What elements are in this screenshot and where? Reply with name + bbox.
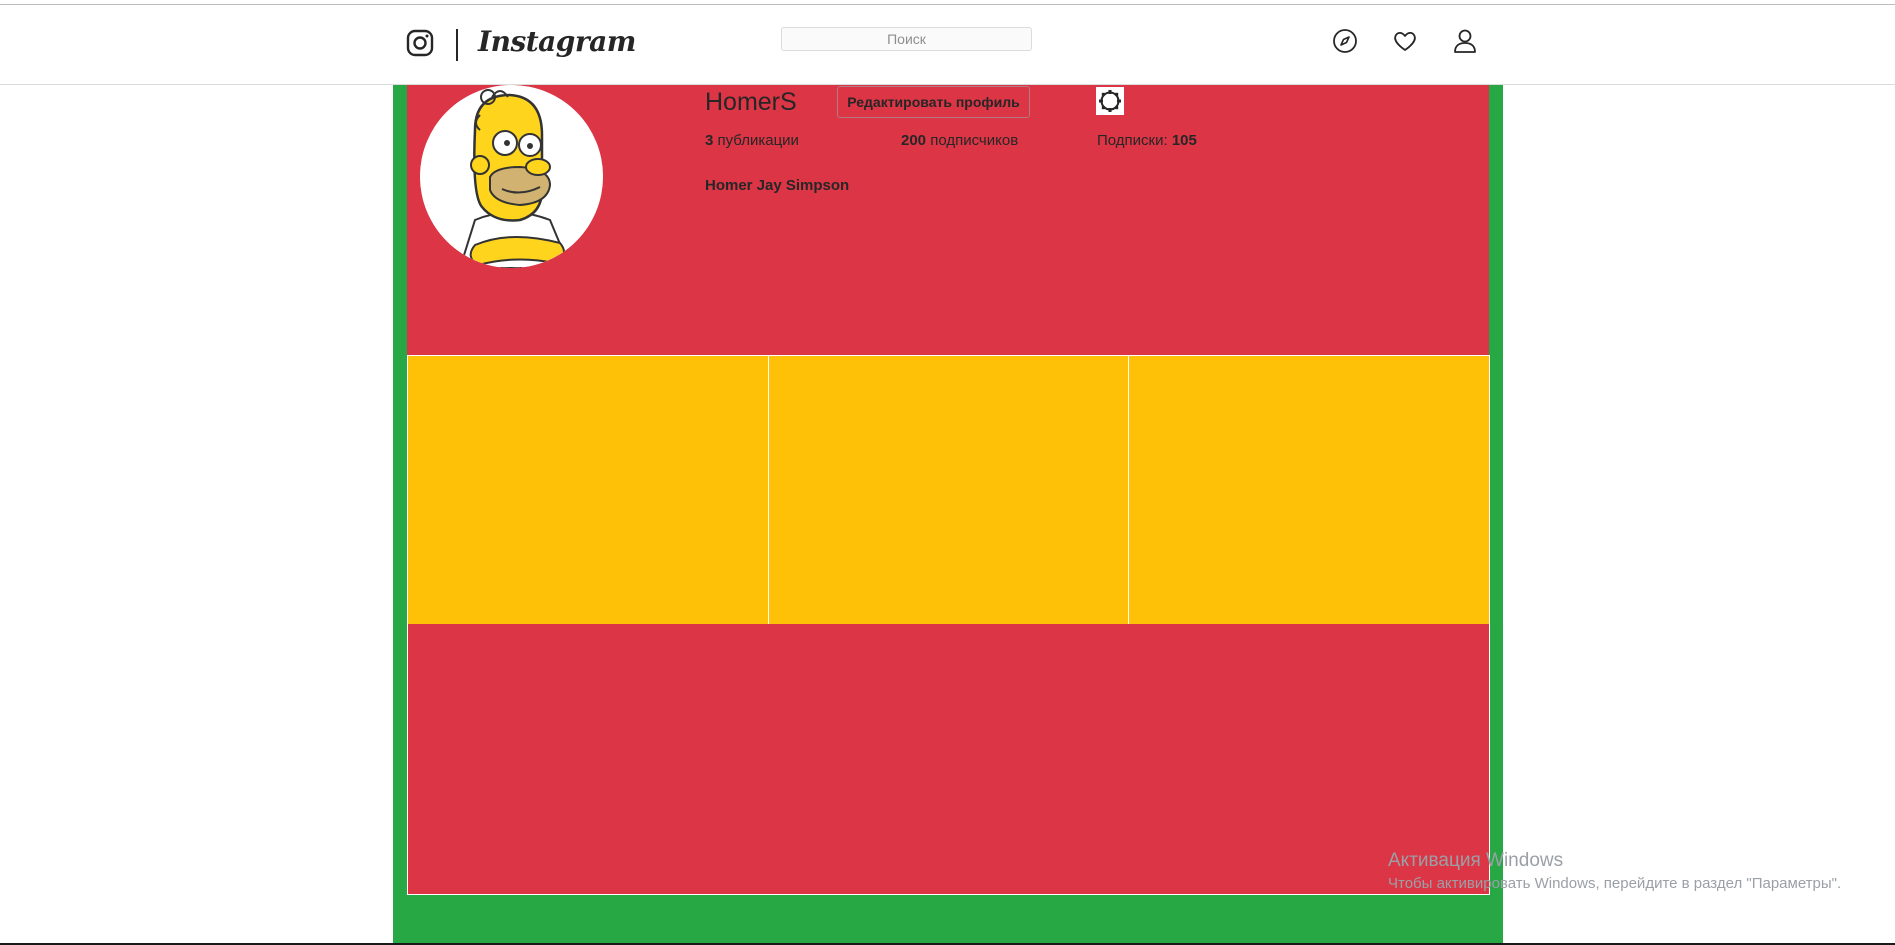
post-tile[interactable] bbox=[1129, 356, 1490, 624]
logo-divider bbox=[456, 29, 458, 61]
following-count-value: 105 bbox=[1171, 132, 1197, 149]
posts-count-value: 3 bbox=[705, 132, 714, 149]
following-count-label: Подписки: bbox=[1097, 132, 1168, 149]
post-tile[interactable] bbox=[768, 356, 1130, 624]
profile-full-name: Homer Jay Simpson bbox=[705, 177, 850, 194]
compass-icon[interactable] bbox=[1331, 27, 1359, 55]
homer-avatar-image bbox=[420, 85, 603, 268]
search-input[interactable]: Поиск bbox=[781, 27, 1032, 51]
instagram-icon[interactable] bbox=[406, 29, 434, 57]
gear-icon[interactable] bbox=[1096, 87, 1124, 115]
followers-count-value: 200 bbox=[901, 132, 927, 149]
following-count[interactable]: Подписки: 105 bbox=[1097, 132, 1197, 149]
posts-count-label: публикации bbox=[717, 132, 799, 149]
posts-count[interactable]: 3 публикации bbox=[705, 132, 799, 149]
windows-activation-title: Активация Windows bbox=[1388, 850, 1564, 871]
avatar[interactable] bbox=[420, 85, 603, 268]
edit-profile-button[interactable]: Редактировать профиль bbox=[837, 86, 1030, 118]
post-tile[interactable] bbox=[408, 356, 769, 624]
windows-activation-subtitle: Чтобы активировать Windows, перейдите в … bbox=[1388, 875, 1842, 892]
profile-username: HomerS bbox=[705, 88, 797, 116]
top-nav-bar: Instagram Поиск bbox=[0, 5, 1895, 85]
followers-count[interactable]: 200 подписчиков bbox=[901, 132, 1018, 149]
posts-grid-row bbox=[407, 355, 1490, 625]
followers-count-label: подписчиков bbox=[930, 132, 1019, 149]
posts-grid-row-empty bbox=[407, 624, 1490, 895]
instagram-wordmark[interactable]: Instagram bbox=[478, 25, 636, 58]
heart-icon[interactable] bbox=[1391, 27, 1419, 55]
user-icon[interactable] bbox=[1451, 27, 1479, 55]
